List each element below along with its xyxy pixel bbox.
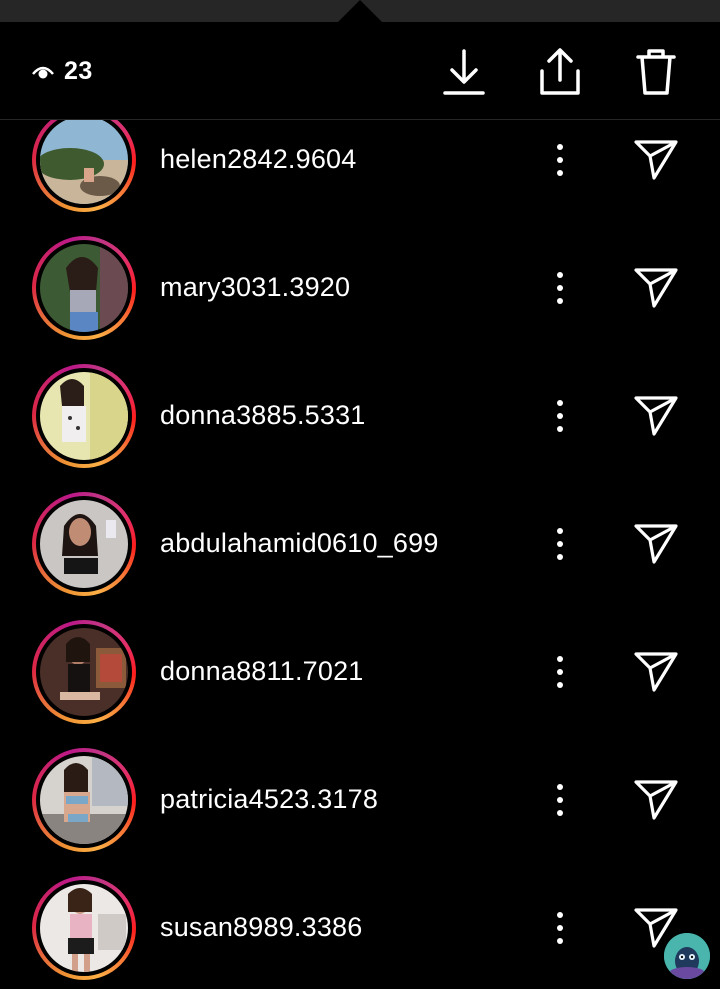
avatar[interactable]	[32, 876, 136, 980]
send-message-button[interactable]	[632, 648, 680, 696]
username[interactable]: donna3885.5331	[160, 400, 366, 431]
dot	[557, 682, 563, 688]
mascot-icon	[664, 933, 710, 979]
story-viewers-header: 23	[0, 22, 720, 120]
viewer-list[interactable]: helen2842.9604 mary3031.3920 donna3885.5…	[0, 120, 720, 989]
send-message-button[interactable]	[632, 264, 680, 312]
dot	[557, 797, 563, 803]
send-message-button[interactable]	[632, 520, 680, 568]
dot	[557, 170, 563, 176]
dot	[557, 912, 563, 918]
share-button[interactable]	[536, 46, 584, 98]
dot	[557, 144, 563, 150]
avatar[interactable]	[32, 364, 136, 468]
list-item[interactable]: helen2842.9604	[0, 120, 720, 224]
dot	[557, 554, 563, 560]
username[interactable]: mary3031.3920	[160, 272, 350, 303]
download-button[interactable]	[440, 46, 488, 98]
username[interactable]: donna8811.7021	[160, 656, 364, 687]
dot	[557, 400, 563, 406]
paper-plane-icon	[634, 652, 678, 692]
download-icon	[443, 49, 485, 95]
popover-notch	[338, 0, 382, 22]
list-item[interactable]: mary3031.3920	[0, 224, 720, 352]
more-options-button[interactable]	[544, 524, 576, 564]
dot	[557, 925, 563, 931]
send-message-button[interactable]	[632, 776, 680, 824]
trash-icon	[636, 49, 676, 95]
share-icon	[540, 48, 580, 95]
list-item[interactable]: donna8811.7021	[0, 608, 720, 736]
list-item[interactable]: susan8989.3386	[0, 864, 720, 989]
dot	[557, 810, 563, 816]
avatar[interactable]	[32, 120, 136, 212]
list-item[interactable]: patricia4523.3178	[0, 736, 720, 864]
dot	[557, 528, 563, 534]
viewer-count-label: 23	[64, 57, 93, 85]
dot	[557, 272, 563, 278]
avatar[interactable]	[32, 492, 136, 596]
paper-plane-icon	[634, 780, 678, 820]
delete-button[interactable]	[632, 46, 680, 98]
more-options-button[interactable]	[544, 780, 576, 820]
viewer-count[interactable]: 23	[32, 57, 93, 86]
paper-plane-icon	[634, 268, 678, 308]
username[interactable]: susan8989.3386	[160, 912, 362, 943]
send-message-button[interactable]	[632, 136, 680, 184]
username[interactable]: helen2842.9604	[160, 144, 357, 175]
dot	[557, 285, 563, 291]
dot	[557, 656, 563, 662]
dot	[557, 541, 563, 547]
avatar[interactable]	[32, 748, 136, 852]
eye-icon	[32, 64, 54, 80]
more-options-button[interactable]	[544, 652, 576, 692]
paper-plane-icon	[634, 140, 678, 180]
dot	[557, 938, 563, 944]
avatar[interactable]	[32, 620, 136, 724]
more-options-button[interactable]	[544, 908, 576, 948]
username[interactable]: patricia4523.3178	[160, 784, 378, 815]
paper-plane-icon	[634, 524, 678, 564]
paper-plane-icon	[634, 396, 678, 436]
floating-assistant-bubble[interactable]	[664, 933, 710, 979]
dot	[557, 784, 563, 790]
dot	[557, 157, 563, 163]
list-item[interactable]: abdulahamid0610_699	[0, 480, 720, 608]
send-message-button[interactable]	[632, 392, 680, 440]
more-options-button[interactable]	[544, 396, 576, 436]
dot	[557, 426, 563, 432]
dot	[557, 413, 563, 419]
dot	[557, 669, 563, 675]
list-item[interactable]: donna3885.5331	[0, 352, 720, 480]
avatar[interactable]	[32, 236, 136, 340]
more-options-button[interactable]	[544, 268, 576, 308]
username[interactable]: abdulahamid0610_699	[160, 528, 439, 559]
dot	[557, 298, 563, 304]
more-options-button[interactable]	[544, 140, 576, 180]
